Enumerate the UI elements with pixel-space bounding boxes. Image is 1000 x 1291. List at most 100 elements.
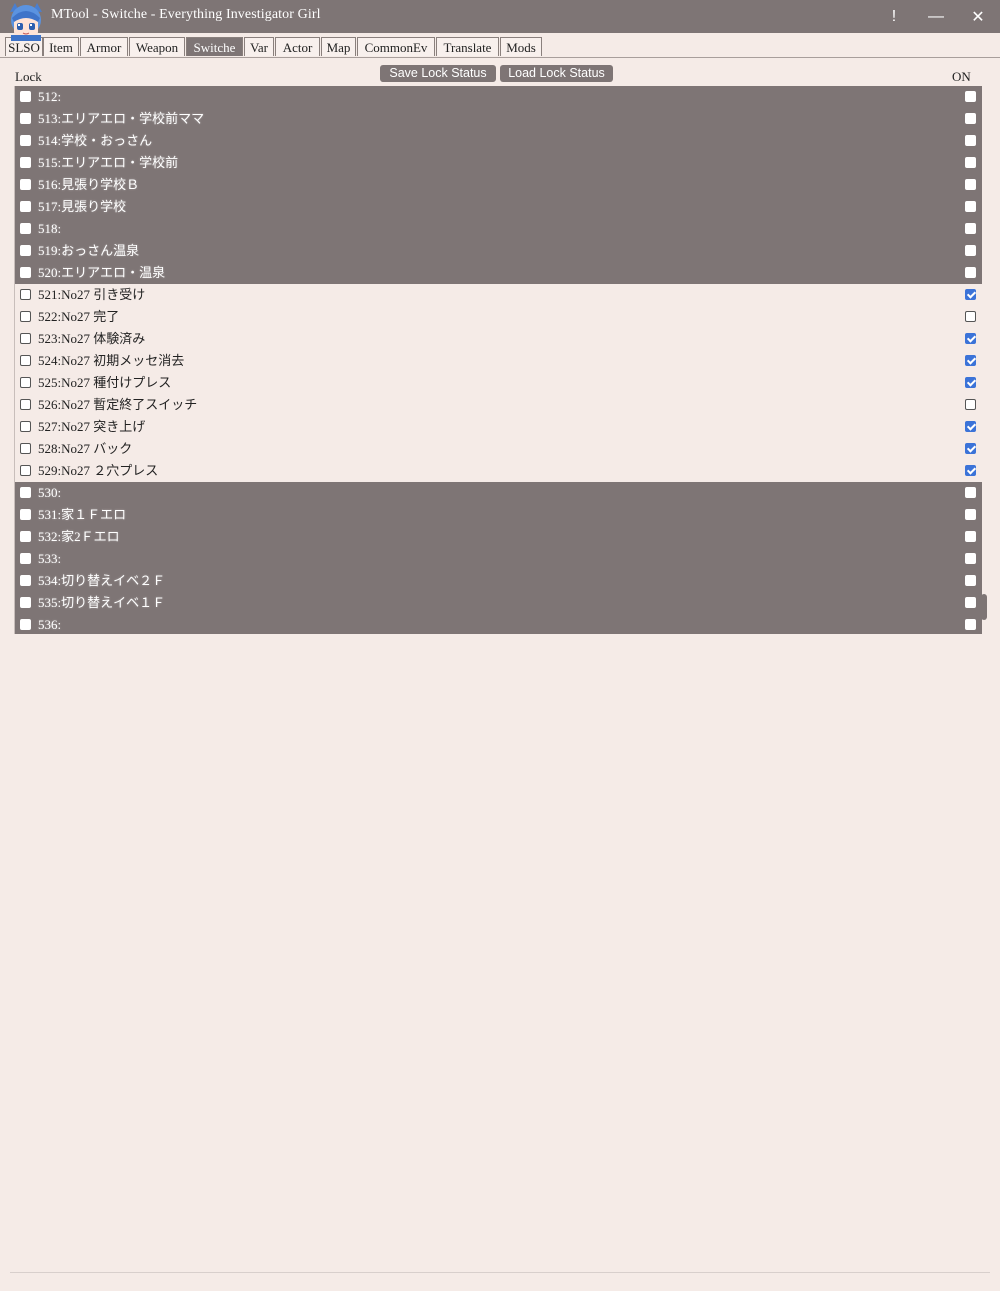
close-button[interactable]: ✕ [957, 0, 999, 33]
switch-row: 521:No27 引き受け [15, 284, 982, 306]
on-checkbox[interactable] [965, 509, 976, 520]
lock-checkbox[interactable] [20, 421, 31, 432]
lock-checkbox[interactable] [20, 245, 31, 256]
on-checkbox[interactable] [965, 267, 976, 278]
minimize-button[interactable]: — [915, 0, 957, 33]
app-avatar-icon [10, 3, 42, 41]
lock-checkbox[interactable] [20, 597, 31, 608]
switch-row: 529:No27 ２穴プレス [15, 460, 982, 482]
lock-checkbox[interactable] [20, 333, 31, 344]
switch-row: 527:No27 突き上げ [15, 416, 982, 438]
tab-mods[interactable]: Mods [500, 37, 542, 56]
lock-checkbox[interactable] [20, 157, 31, 168]
on-checkbox[interactable] [965, 157, 976, 168]
switch-label: 516:見張り学校Ｂ [38, 177, 140, 192]
on-checkbox[interactable] [965, 245, 976, 256]
on-checkbox[interactable] [965, 443, 976, 454]
lock-checkbox[interactable] [20, 135, 31, 146]
lock-checkbox[interactable] [20, 487, 31, 498]
lock-checkbox[interactable] [20, 553, 31, 564]
switch-label: 533: [38, 551, 62, 566]
tab-translate[interactable]: Translate [436, 37, 499, 56]
lock-checkbox[interactable] [20, 377, 31, 388]
switch-label: 515:エリアエロ・学校前 [38, 155, 179, 170]
switch-row: 518: [15, 218, 982, 240]
on-checkbox[interactable] [965, 465, 976, 476]
tab-map[interactable]: Map [321, 37, 356, 56]
switch-label: 530: [38, 485, 62, 500]
switch-row: 515:エリアエロ・学校前 [15, 152, 982, 174]
switch-row: 535:切り替えイベ１Ｆ [15, 592, 982, 614]
switch-row: 533: [15, 548, 982, 570]
on-checkbox[interactable] [965, 223, 976, 234]
lock-checkbox[interactable] [20, 223, 31, 234]
lock-checkbox[interactable] [20, 267, 31, 278]
switch-label: 527:No27 突き上げ [38, 419, 146, 434]
tab-switche[interactable]: Switche [186, 37, 243, 56]
lock-checkbox[interactable] [20, 179, 31, 190]
switch-label: 517:見張り学校 [38, 199, 127, 214]
on-checkbox[interactable] [965, 113, 976, 124]
on-checkbox[interactable] [965, 399, 976, 410]
on-checkbox[interactable] [965, 377, 976, 388]
switch-label: 514:学校・おっさん [38, 133, 153, 148]
lock-checkbox[interactable] [20, 509, 31, 520]
lock-checkbox[interactable] [20, 443, 31, 454]
switch-label: 519:おっさん温泉 [38, 243, 140, 258]
lock-checkbox[interactable] [20, 465, 31, 476]
on-checkbox[interactable] [965, 487, 976, 498]
lock-checkbox[interactable] [20, 201, 31, 212]
on-checkbox[interactable] [965, 531, 976, 542]
switch-label: 529:No27 ２穴プレス [38, 463, 159, 478]
load-lock-status-button[interactable]: Load Lock Status [500, 65, 613, 82]
lock-checkbox[interactable] [20, 575, 31, 586]
on-checkbox[interactable] [965, 355, 976, 366]
lock-checkbox[interactable] [20, 531, 31, 542]
switch-label: 524:No27 初期メッセ消去 [38, 353, 185, 368]
window-title: MTool - Switche - Everything Investigato… [51, 7, 321, 22]
on-checkbox[interactable] [965, 91, 976, 102]
switch-row: 525:No27 種付けプレス [15, 372, 982, 394]
switch-label: 525:No27 種付けプレス [38, 375, 172, 390]
on-checkbox[interactable] [965, 289, 976, 300]
switch-row: 523:No27 体験済み [15, 328, 982, 350]
switch-label: 532:家2Ｆエロ [38, 529, 120, 544]
tab-commonev[interactable]: CommonEv [357, 37, 435, 56]
scrollbar-thumb[interactable] [981, 594, 987, 620]
switch-row: 536: [15, 614, 982, 634]
switch-label: 520:エリアエロ・温泉 [38, 265, 166, 280]
switch-label: 513:エリアエロ・学校前ママ [38, 111, 205, 126]
switch-row: 534:切り替えイベ２Ｆ [15, 570, 982, 592]
on-checkbox[interactable] [965, 421, 976, 432]
tab-var[interactable]: Var [244, 37, 274, 56]
on-checkbox[interactable] [965, 333, 976, 344]
tab-weapon[interactable]: Weapon [129, 37, 185, 56]
tab-armor[interactable]: Armor [80, 37, 128, 56]
on-checkbox[interactable] [965, 575, 976, 586]
lock-checkbox[interactable] [20, 91, 31, 102]
tab-actor[interactable]: Actor [275, 37, 320, 56]
on-checkbox[interactable] [965, 201, 976, 212]
tab-item[interactable]: Item [43, 37, 79, 56]
switch-label: 521:No27 引き受け [38, 287, 146, 302]
lock-checkbox[interactable] [20, 355, 31, 366]
help-button[interactable]: ! [873, 0, 915, 33]
on-checkbox[interactable] [965, 619, 976, 630]
switch-label: 522:No27 完了 [38, 309, 120, 324]
lock-checkbox[interactable] [20, 311, 31, 322]
on-checkbox[interactable] [965, 553, 976, 564]
switch-label: 534:切り替えイベ２Ｆ [38, 573, 166, 588]
switch-row: 512: [15, 86, 982, 108]
on-checkbox[interactable] [965, 597, 976, 608]
save-lock-status-button[interactable]: Save Lock Status [380, 65, 496, 82]
scrollbar[interactable] [981, 86, 987, 634]
lock-checkbox[interactable] [20, 289, 31, 300]
on-checkbox[interactable] [965, 135, 976, 146]
lock-checkbox[interactable] [20, 113, 31, 124]
lock-checkbox[interactable] [20, 399, 31, 410]
switch-label: 523:No27 体験済み [38, 331, 146, 346]
on-checkbox[interactable] [965, 179, 976, 190]
tab-bar: SLSO Item Armor Weapon Switche Var Actor… [0, 33, 1000, 58]
on-checkbox[interactable] [965, 311, 976, 322]
lock-checkbox[interactable] [20, 619, 31, 630]
